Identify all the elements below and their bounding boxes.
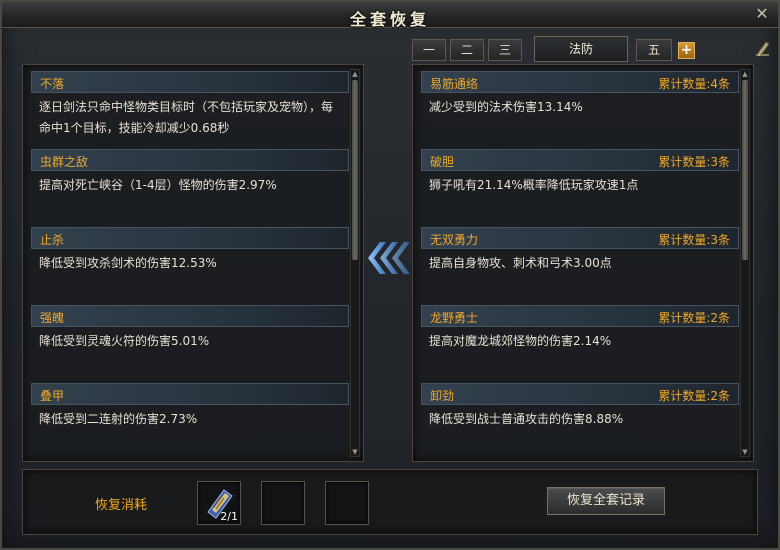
cost-bar: 恢复消耗 2/1 恢复全套记录 — [22, 469, 758, 535]
entry-desc: 降低受到灵魂火符的伤害5.01% — [39, 334, 210, 348]
scroll-thumb[interactable] — [352, 80, 358, 260]
entry-desc: 提高对死亡峡谷（1-4层）怪物的伤害2.97% — [39, 178, 277, 192]
add-tab-button[interactable]: + — [678, 42, 695, 59]
entry-header: 易筋通络 累计数量:4条 — [421, 71, 739, 93]
entry-count: 累计数量:3条 — [658, 155, 730, 169]
entry-name: 强魄 — [40, 311, 65, 325]
item-slot[interactable] — [325, 481, 369, 525]
left-entry: 止杀 降低受到攻杀剑术的伤害12.53% — [31, 227, 349, 274]
entry-count: 累计数量:3条 — [658, 233, 730, 247]
left-panel: 不落 逐日剑法只命中怪物类目标时（不包括玩家及宠物），每命中1个目标，技能冷却减… — [22, 64, 364, 462]
scroll-thumb[interactable] — [742, 80, 748, 260]
entry-desc: 降低受到攻杀剑术的伤害12.53% — [39, 256, 217, 270]
right-entry: 破胆 累计数量:3条 狮子吼有21.14%概率降低玩家攻速1点 — [421, 149, 739, 196]
right-entry: 易筋通络 累计数量:4条 减少受到的法术伤害13.14% — [421, 71, 739, 118]
right-entry: 龙野勇士 累计数量:2条 提高对魔龙城郊怪物的伤害2.14% — [421, 305, 739, 352]
entry-name: 叠甲 — [40, 389, 65, 403]
cost-label: 恢复消耗 — [95, 498, 148, 513]
right-entry: 无双勇力 累计数量:3条 提高自身物攻、刺术和弓术3.00点 — [421, 227, 739, 274]
tab-3[interactable]: 三 — [488, 39, 522, 61]
tab-2[interactable]: 二 — [450, 39, 484, 61]
item-slot[interactable] — [261, 481, 305, 525]
right-entry: 卸劲 累计数量:2条 降低受到战士普通攻击的伤害8.88% — [421, 383, 739, 430]
entry-desc: 逐日剑法只命中怪物类目标时（不包括玩家及宠物），每命中1个目标，技能冷却减少0.… — [39, 100, 334, 135]
entry-name: 虫群之敌 — [40, 155, 89, 169]
close-icon[interactable]: ✕ — [754, 6, 770, 22]
entry-name: 破胆 — [430, 155, 455, 169]
entry-desc: 降低受到二连射的伤害2.73% — [39, 412, 198, 426]
entry-desc: 提高自身物攻、刺术和弓术3.00点 — [429, 256, 612, 270]
entry-desc: 降低受到战士普通攻击的伤害8.88% — [429, 412, 624, 426]
entry-header: 止杀 — [31, 227, 349, 249]
tab-5[interactable]: 五 — [636, 39, 672, 61]
slot-count: 2/1 — [220, 510, 238, 523]
entry-header: 强魄 — [31, 305, 349, 327]
transfer-arrow-icon[interactable] — [366, 238, 410, 278]
window-title: 全套恢复 — [349, 10, 430, 29]
entry-count: 累计数量:2条 — [658, 389, 730, 403]
left-scrollbar[interactable]: ▲ ▼ — [350, 69, 360, 457]
left-entry: 叠甲 降低受到二连射的伤害2.73% — [31, 383, 349, 430]
entry-header: 不落 — [31, 71, 349, 93]
entry-count: 累计数量:4条 — [658, 77, 730, 91]
entry-header: 叠甲 — [31, 383, 349, 405]
left-entry: 强魄 降低受到灵魂火符的伤害5.01% — [31, 305, 349, 352]
pen-icon[interactable] — [754, 39, 772, 59]
left-entry: 不落 逐日剑法只命中怪物类目标时（不包括玩家及宠物），每命中1个目标，技能冷却减… — [31, 71, 349, 139]
entry-desc: 狮子吼有21.14%概率降低玩家攻速1点 — [429, 178, 639, 192]
right-scrollbar[interactable]: ▲ ▼ — [740, 69, 750, 457]
entry-header: 无双勇力 累计数量:3条 — [421, 227, 739, 249]
entry-desc: 提高对魔龙城郊怪物的伤害2.14% — [429, 334, 612, 348]
entry-name: 易筋通络 — [430, 77, 479, 91]
scroll-down-icon[interactable]: ▼ — [741, 448, 749, 456]
entry-name: 龙野勇士 — [430, 311, 479, 325]
entry-header: 虫群之敌 — [31, 149, 349, 171]
left-entry: 虫群之敌 提高对死亡峡谷（1-4层）怪物的伤害2.97% — [31, 149, 349, 196]
scroll-down-icon[interactable]: ▼ — [351, 448, 359, 456]
tab-1[interactable]: 一 — [412, 39, 446, 61]
scroll-up-icon[interactable]: ▲ — [351, 70, 359, 78]
entry-count: 累计数量:2条 — [658, 311, 730, 325]
restore-window: 全套恢复 ✕ 一 二 三 法防 五 + 不落 逐日剑法只命中怪物类目标时（不包括… — [0, 0, 780, 550]
tab-magic-defense[interactable]: 法防 — [534, 36, 628, 62]
item-slot[interactable]: 2/1 — [197, 481, 241, 525]
scroll-up-icon[interactable]: ▲ — [741, 70, 749, 78]
restore-all-button[interactable]: 恢复全套记录 — [547, 487, 665, 515]
right-panel: 易筋通络 累计数量:4条 减少受到的法术伤害13.14% 破胆 累计数量:3条 … — [412, 64, 754, 462]
entry-name: 无双勇力 — [430, 233, 479, 247]
title-bar: 全套恢复 ✕ — [2, 2, 778, 29]
entry-desc: 减少受到的法术伤害13.14% — [429, 100, 583, 114]
entry-name: 卸劲 — [430, 389, 455, 403]
entry-name: 止杀 — [40, 233, 65, 247]
entry-header: 龙野勇士 累计数量:2条 — [421, 305, 739, 327]
entry-name: 不落 — [40, 77, 65, 91]
entry-header: 破胆 累计数量:3条 — [421, 149, 739, 171]
entry-header: 卸劲 累计数量:2条 — [421, 383, 739, 405]
